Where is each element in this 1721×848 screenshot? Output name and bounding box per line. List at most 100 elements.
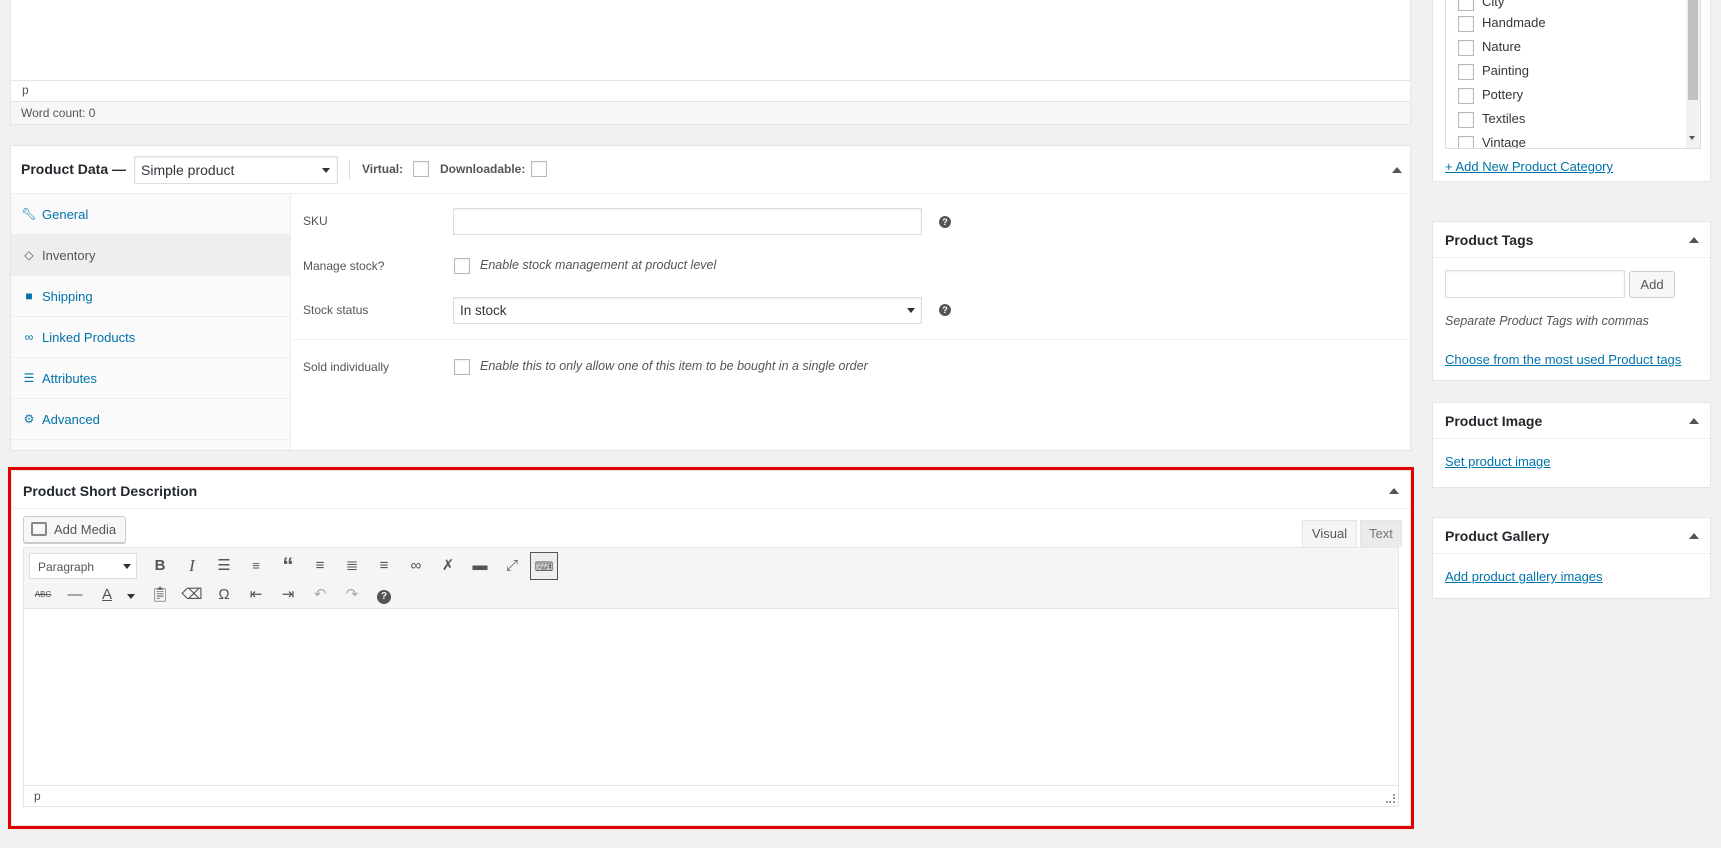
product-categories-box: City Handmade Nature Painting Pottery Te… [1432,0,1711,182]
tab-advanced[interactable]: ⚙ Advanced [11,399,291,440]
stock-status-select[interactable]: In stock [453,297,922,324]
downloadable-checkbox[interactable] [531,161,547,177]
tab-visual-label: Visual [1311,526,1348,541]
category-checkbox[interactable] [1458,0,1474,11]
add-gallery-images-link[interactable]: Add product gallery images [1445,569,1603,584]
manage-stock-checkbox[interactable] [454,258,470,274]
category-label: City [1482,0,1505,9]
indent-icon[interactable]: ⇥ [274,581,302,609]
align-center-icon[interactable]: ≣ [338,552,366,580]
align-left-icon[interactable]: ≡ [306,552,334,580]
category-label: Painting [1482,63,1529,78]
strikethrough-icon[interactable]: ABC [29,581,57,609]
add-media-label: Add Media [54,522,117,537]
tab-linked-products[interactable]: ∞ Linked Products [11,317,291,358]
special-character-icon[interactable]: Ω [210,581,238,609]
add-media-button[interactable]: Add Media [23,516,126,543]
collapse-toggle-icon[interactable] [1689,533,1699,539]
category-item[interactable]: Pottery [1458,83,1523,107]
category-checkbox[interactable] [1458,111,1474,128]
sku-input[interactable] [453,208,922,235]
add-tag-button[interactable]: Add [1629,271,1675,298]
sold-individually-checkbox[interactable] [454,359,470,375]
collapse-toggle-icon[interactable] [1689,418,1699,424]
tab-general[interactable]: 🔧︎ General [11,194,291,235]
scroll-down-icon[interactable] [1689,136,1695,140]
product-data-box: Product Data — Simple product Virtual: D… [10,145,1411,451]
product-tags-box: Product Tags Add Separate Product Tags w… [1432,221,1711,381]
product-image-box: Product Image Set product image [1432,402,1711,488]
collapse-toggle-icon[interactable] [1392,167,1402,173]
content-editor-statusbar: Word count: 0 [11,101,1410,124]
category-item[interactable]: Nature [1458,35,1521,59]
choose-tags-link[interactable]: Choose from the most used Product tags [1445,352,1681,367]
category-scrollbar[interactable] [1686,0,1700,148]
text-color-icon[interactable]: A [93,581,121,609]
outdent-icon[interactable]: ⇤ [242,581,270,609]
horizontal-line-icon[interactable]: — [61,581,89,609]
category-checkbox[interactable] [1458,135,1474,148]
category-item[interactable]: Vintage [1458,131,1526,149]
bold-button[interactable]: B [146,552,174,580]
link-icon: ∞ [24,330,34,344]
product-gallery-header: Product Gallery [1433,518,1710,554]
tag-input[interactable] [1445,270,1625,298]
numbered-list-icon[interactable]: ≡ [242,552,270,580]
content-editor-area[interactable] [11,0,1410,81]
product-type-select[interactable]: Simple product [134,156,338,184]
tab-attributes[interactable]: ☰ Attributes [11,358,291,399]
category-list: City Handmade Nature Painting Pottery Te… [1445,0,1701,149]
tab-text[interactable]: Text [1360,520,1402,547]
toolbar-toggle-icon[interactable]: ⌨ [530,552,558,580]
short-description-editor-area[interactable] [23,609,1399,785]
category-checkbox[interactable] [1458,15,1474,32]
category-checkbox[interactable] [1458,63,1474,80]
undo-icon[interactable]: ↶ [306,581,334,609]
unlink-icon[interactable]: ✗ [434,552,462,580]
short-description-path: p [34,789,41,803]
read-more-icon[interactable]: ▬ [466,552,494,580]
chevron-down-icon[interactable] [127,594,135,599]
product-type-value: Simple product [141,162,235,178]
category-label: Nature [1482,39,1522,54]
resize-handle-icon[interactable] [1386,794,1395,803]
add-new-category-link[interactable]: + Add New Product Category [1445,159,1613,174]
align-right-icon[interactable]: ≡ [370,552,398,580]
category-checkbox[interactable] [1458,39,1474,56]
category-checkbox[interactable] [1458,87,1474,104]
virtual-label: Virtual: [362,162,404,176]
category-label: Handmade [1482,15,1546,30]
stock-status-help-icon[interactable]: ? [939,304,951,316]
tab-shipping[interactable]: ■ Shipping [11,276,291,317]
collapse-toggle-icon[interactable] [1689,237,1699,243]
set-product-image-link[interactable]: Set product image [1445,454,1551,469]
format-select[interactable]: Paragraph [29,553,137,579]
paste-text-icon[interactable]: 📋︎ [146,581,174,609]
tab-general-label: General [42,207,89,222]
help-icon[interactable]: ? [370,581,398,609]
product-data-tabs: 🔧︎ General ◇ Inventory ■ Shipping ∞ Link… [11,194,291,450]
sku-help-icon[interactable]: ? [939,216,951,228]
italic-button[interactable]: I [178,552,206,580]
format-select-value: Paragraph [38,560,95,574]
product-gallery-title: Product Gallery [1445,528,1550,544]
category-item[interactable]: Handmade [1458,11,1546,35]
redo-icon[interactable]: ↷ [338,581,366,609]
category-item[interactable]: Textiles [1458,107,1525,131]
scrollbar-thumb[interactable] [1688,0,1698,100]
product-tags-title: Product Tags [1445,232,1534,248]
clear-formatting-icon[interactable]: ⌫ [178,581,206,609]
collapse-toggle-icon[interactable] [1389,488,1399,494]
tags-hint: Separate Product Tags with commas [1445,314,1649,328]
tab-visual[interactable]: Visual [1302,520,1357,547]
short-description-box: Product Short Description Add Media Visu… [11,470,1411,826]
category-label: Vintage [1482,135,1526,149]
virtual-checkbox[interactable] [413,161,429,177]
fullscreen-icon[interactable]: ⤢ [498,552,526,580]
product-data-title: Product Data — [21,161,127,177]
bullet-list-icon[interactable]: ☰ [210,552,238,580]
insert-link-icon[interactable]: ∞ [402,552,430,580]
blockquote-icon[interactable]: “ [274,552,302,580]
tab-inventory[interactable]: ◇ Inventory [11,235,291,276]
category-item[interactable]: Painting [1458,59,1529,83]
